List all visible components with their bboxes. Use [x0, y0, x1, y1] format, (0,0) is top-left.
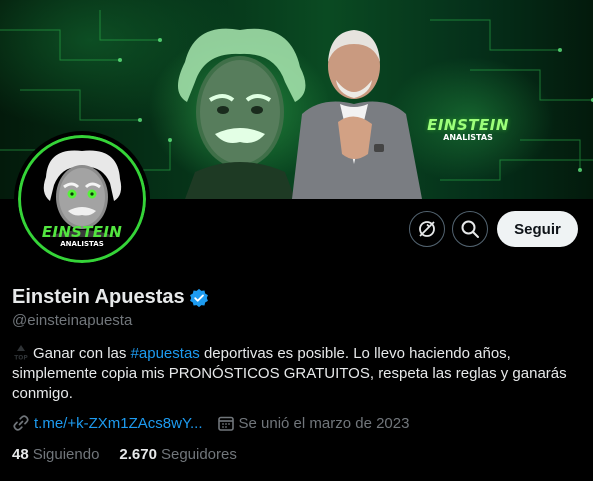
profile-stats: 48 Siguiendo 2.670 Seguidores — [12, 446, 257, 463]
profile-handle: @einsteinapuesta — [12, 312, 133, 329]
followers-count: 2.670 — [119, 446, 157, 463]
profile-meta-row: t.me/+k-ZXm1ZAcs8wY... Se unió el marzo … — [12, 414, 409, 432]
profile-website-link[interactable]: t.me/+k-ZXm1ZAcs8wY... — [34, 415, 203, 432]
following-count: 48 — [12, 446, 29, 463]
search-button[interactable] — [452, 211, 488, 247]
calendar-icon — [217, 416, 234, 431]
banner-logo-sub-text: ANALISTAS — [443, 133, 493, 142]
search-icon — [461, 220, 479, 238]
link-icon — [13, 415, 29, 431]
verified-badge-icon[interactable] — [189, 288, 209, 308]
bio-hashtag-link[interactable]: #apuestas — [131, 345, 200, 362]
banner-brand-logo: EINSTEIN ANALISTAS — [418, 116, 518, 142]
banner-man-figure — [292, 30, 422, 199]
followers-link[interactable]: 2.670 Seguidores — [119, 446, 236, 463]
grok-icon — [419, 221, 435, 237]
followers-label: Seguidores — [160, 446, 237, 463]
following-link[interactable]: 48 Siguiendo — [12, 446, 99, 463]
bio-text-part-1: Ganar con las — [33, 345, 131, 362]
profile-name-row: Einstein Apuestas — [12, 286, 209, 309]
avatar-ring — [18, 135, 146, 263]
profile-join-date: Se unió el marzo de 2023 — [217, 414, 410, 432]
following-label: Siguiendo — [32, 446, 100, 463]
join-date-text: Se unió el marzo de 2023 — [238, 414, 410, 432]
profile-website[interactable]: t.me/+k-ZXm1ZAcs8wY... — [12, 414, 203, 432]
top-icon: TOP — [14, 345, 28, 362]
display-name: Einstein Apuestas — [12, 286, 185, 308]
follow-button[interactable]: Seguir — [497, 211, 578, 247]
svg-text:TOP: TOP — [14, 355, 28, 362]
profile-bio: TOP Ganar con las #apuestas deportivas e… — [12, 344, 582, 404]
banner-logo-main-text: EINSTEIN — [427, 116, 509, 134]
profile-avatar[interactable]: EINSTEIN ANALISTAS — [14, 131, 150, 267]
grok-button[interactable] — [409, 211, 445, 247]
